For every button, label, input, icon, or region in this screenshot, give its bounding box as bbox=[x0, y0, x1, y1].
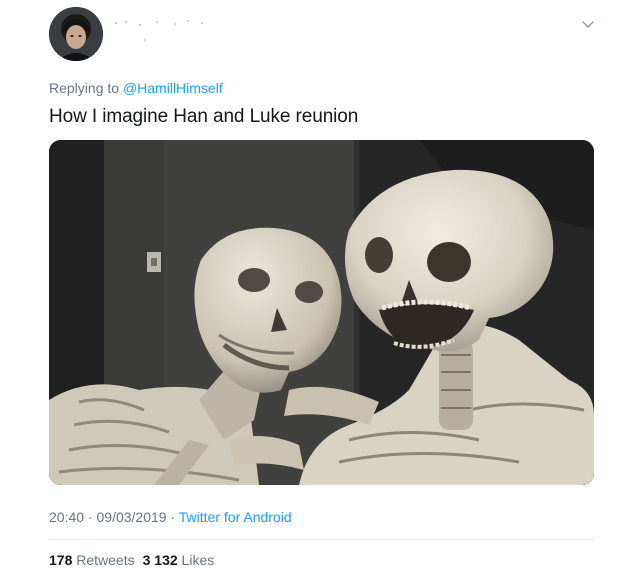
retweets-label: Retweets bbox=[76, 552, 135, 568]
likes-count: 3 132 bbox=[142, 552, 178, 568]
chevron-down-icon[interactable] bbox=[580, 16, 596, 32]
likes-stat[interactable]: 3 132 Likes bbox=[143, 552, 215, 568]
tweet-card: Replying to @HamillHimself How I imagine… bbox=[0, 0, 640, 575]
meta-separator: · bbox=[84, 509, 97, 525]
meta-separator-2: · bbox=[166, 509, 179, 525]
tweet-stats: 178 Retweets 3 132 Likes bbox=[49, 552, 214, 568]
tweet-text: How I imagine Han and Luke reunion bbox=[49, 106, 359, 127]
tweet-meta: 20:40 · 09/03/2019 · Twitter for Android bbox=[49, 509, 292, 525]
likes-label: Likes bbox=[181, 552, 215, 568]
retweets-count: 178 bbox=[49, 552, 73, 568]
replying-to: Replying to @HamillHimself bbox=[49, 80, 223, 96]
tweet-image[interactable] bbox=[49, 140, 594, 485]
replying-to-prefix: Replying to bbox=[49, 80, 123, 96]
display-name-redacted bbox=[115, 20, 203, 41]
tweet-date[interactable]: 09/03/2019 bbox=[97, 509, 167, 525]
retweets-stat[interactable]: 178 Retweets bbox=[49, 552, 135, 568]
divider bbox=[49, 539, 594, 540]
reply-handle-link[interactable]: @HamillHimself bbox=[123, 80, 223, 96]
tweet-time[interactable]: 20:40 bbox=[49, 509, 84, 525]
tweet-source-link[interactable]: Twitter for Android bbox=[179, 509, 292, 525]
avatar[interactable] bbox=[49, 7, 103, 61]
